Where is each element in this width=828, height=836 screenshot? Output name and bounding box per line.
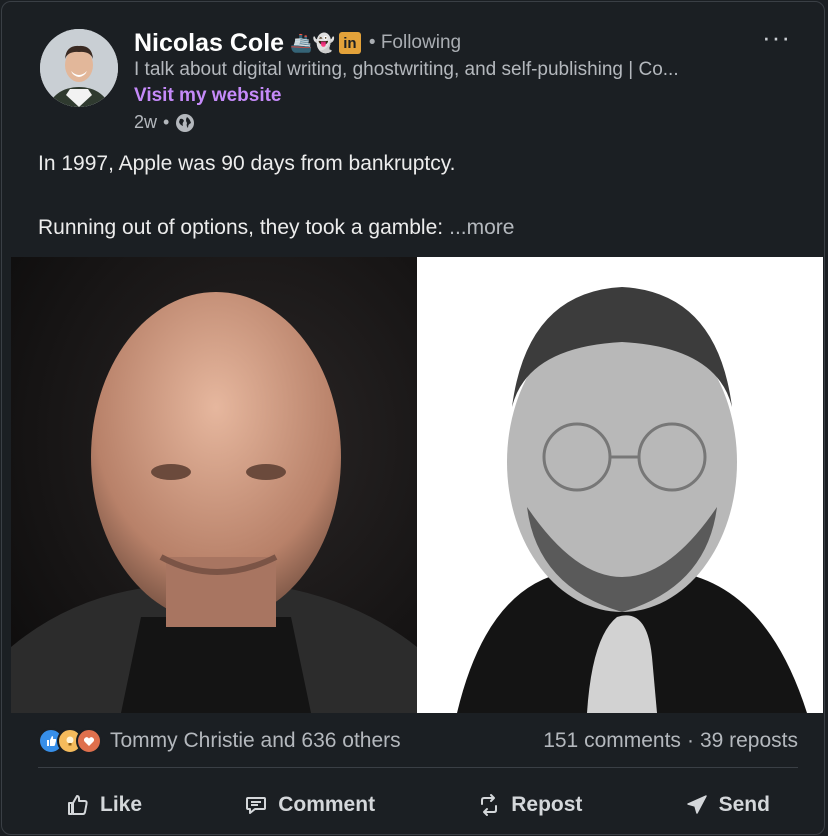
social-counts: Tommy Christie and 636 others 151 commen… — [38, 724, 798, 758]
repost-label: Repost — [511, 793, 583, 816]
post-time: 2w — [134, 112, 158, 132]
globe-icon — [175, 113, 195, 133]
comments-count[interactable]: 151 comments — [543, 729, 681, 753]
engagement-counts: 151 comments · 39 reposts — [543, 729, 798, 753]
author-avatar[interactable] — [40, 29, 118, 107]
comment-label: Comment — [278, 793, 376, 816]
reaction-icons[interactable] — [38, 728, 102, 754]
reposts-count[interactable]: 39 reposts — [700, 729, 798, 753]
following-status: • Following — [368, 32, 462, 53]
comment-button[interactable]: Comment — [216, 782, 403, 828]
actions-divider — [38, 767, 798, 768]
post-line-1: In 1997, Apple was 90 days from bankrupt… — [38, 152, 456, 175]
repost-arrows-icon — [477, 793, 501, 817]
photo-right-man-portrait — [417, 257, 823, 713]
author-tagline: I talk about digital writing, ghostwriti… — [134, 59, 679, 80]
like-label: Like — [100, 793, 143, 816]
more-options-menu-icon[interactable]: ··· — [762, 22, 791, 53]
post-meta: 2w • — [134, 112, 195, 133]
comment-bubble-icon — [244, 793, 268, 817]
love-icon — [76, 728, 102, 754]
send-label: Send — [718, 793, 770, 816]
author-name-row: Nicolas Cole 🚢👻 in • Following — [134, 26, 461, 60]
author-badges: 🚢👻 in — [290, 32, 361, 54]
see-more-link[interactable]: ...more — [449, 216, 514, 239]
send-button[interactable]: Send — [657, 782, 798, 828]
counts-separator: · — [686, 729, 694, 752]
reactions-summary[interactable]: Tommy Christie and 636 others — [110, 729, 401, 753]
post-line-2-text: Running out of options, they took a gamb… — [38, 216, 444, 239]
repost-button[interactable]: Repost — [449, 782, 610, 828]
action-bar: Like Comment Repost Send — [38, 782, 798, 828]
author-name[interactable]: Nicolas Cole — [134, 29, 284, 58]
ship-ghost-emoji-icon: 🚢👻 — [290, 33, 335, 53]
post-card: Nicolas Cole 🚢👻 in • Following I talk ab… — [1, 1, 825, 835]
website-link[interactable]: Visit my website — [134, 85, 282, 107]
post-images[interactable] — [11, 257, 823, 713]
post-body: In 1997, Apple was 90 days from bankrupt… — [38, 148, 798, 244]
like-button[interactable]: Like — [38, 782, 170, 828]
photo-left-man-portrait — [11, 257, 417, 713]
like-thumb-icon — [66, 793, 90, 817]
meta-separator: • — [163, 112, 170, 132]
send-plane-icon — [685, 793, 709, 817]
linkedin-premium-icon: in — [338, 32, 361, 54]
post-line-2: Running out of options, they took a gamb… — [38, 212, 798, 244]
avatar-image — [40, 29, 118, 107]
